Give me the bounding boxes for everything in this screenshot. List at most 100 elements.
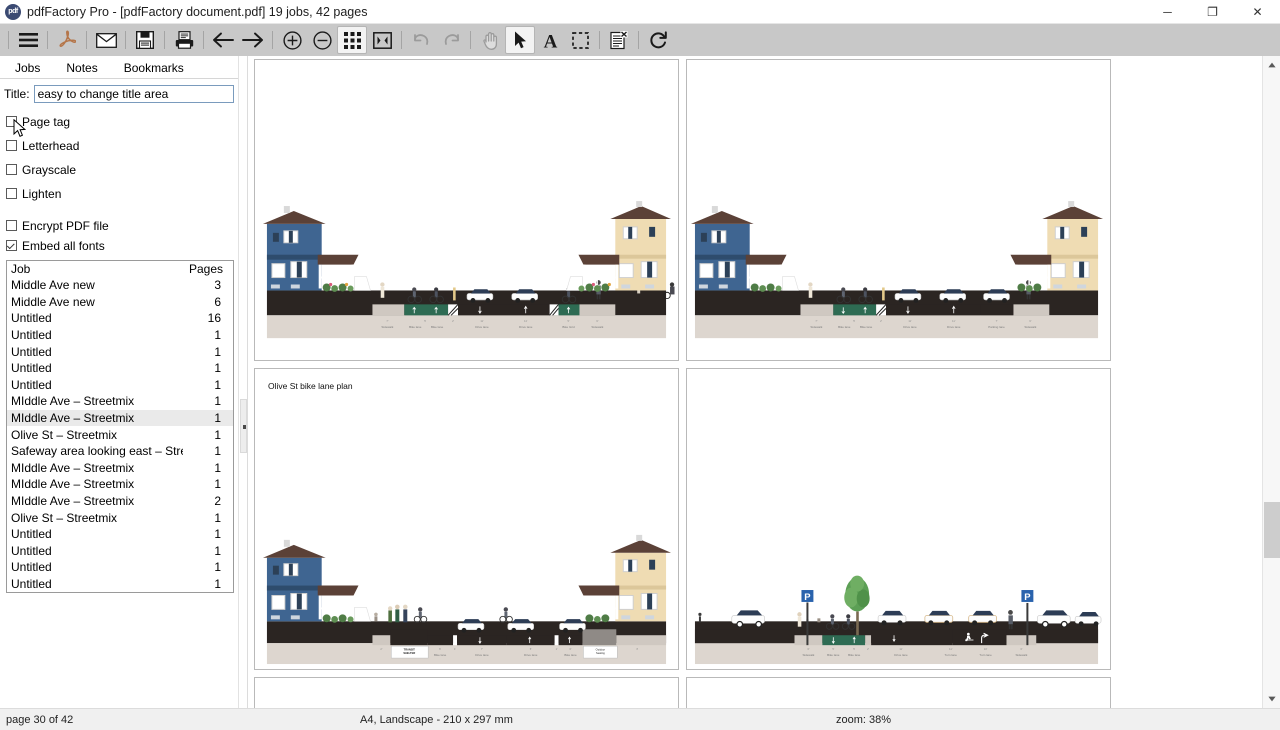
- tab-notes[interactable]: Notes: [53, 57, 110, 78]
- svg-text:Drive lane: Drive lane: [894, 653, 908, 657]
- checkbox-box: [6, 188, 17, 199]
- svg-text:Bike lane: Bike lane: [860, 325, 873, 329]
- svg-text:Sidewalk: Sidewalk: [591, 325, 603, 329]
- page-thumbnail[interactable]: [254, 677, 679, 708]
- page-thumbnail[interactable]: [686, 677, 1111, 708]
- save-icon[interactable]: [130, 26, 160, 54]
- job-list-row[interactable]: Untitled1: [7, 543, 233, 560]
- main-toolbar: A: [0, 24, 1280, 56]
- checkbox-box: [6, 140, 17, 151]
- column-header-pages[interactable]: Pages: [183, 262, 233, 276]
- scrollbar-thumb[interactable]: [1264, 502, 1280, 558]
- fit-page-icon[interactable]: [367, 26, 397, 54]
- zoom-in-icon[interactable]: [277, 26, 307, 54]
- job-page-count: 1: [183, 345, 233, 359]
- street-section-illustration: 7'5'2' 11'11'5'6' SidewalkBike laneBike …: [255, 60, 678, 360]
- minimize-button[interactable]: ─: [1145, 0, 1190, 24]
- checkbox-box: [6, 164, 17, 175]
- job-list-row[interactable]: Untitled1: [7, 343, 233, 360]
- svg-text:Drive lane: Drive lane: [475, 325, 489, 329]
- svg-text:Sidewalk: Sidewalk: [1024, 325, 1036, 329]
- refresh-icon[interactable]: [643, 26, 673, 54]
- text-tool-icon[interactable]: A: [535, 26, 565, 54]
- page-thumbnail[interactable]: 7'5'2' 11'11'5'6' SidewalkBike laneBike …: [254, 59, 679, 361]
- page-thumbnail[interactable]: P P: [686, 368, 1111, 670]
- sidebar-splitter[interactable]: [238, 56, 248, 708]
- toolbar-separator: [466, 26, 475, 54]
- tab-jobs[interactable]: Jobs: [2, 57, 53, 78]
- title-row: Title:: [0, 79, 238, 107]
- job-name: Untitled: [7, 577, 183, 591]
- job-list-row[interactable]: MIddle Ave – Streetmix1: [7, 460, 233, 477]
- email-icon[interactable]: [91, 26, 121, 54]
- hand-tool-icon[interactable]: [475, 26, 505, 54]
- close-button[interactable]: ✕: [1235, 0, 1280, 24]
- select-tool-icon[interactable]: [505, 26, 535, 54]
- column-header-job[interactable]: Job: [7, 262, 183, 276]
- job-list-row[interactable]: Untitled16: [7, 310, 233, 327]
- redo-icon[interactable]: [436, 26, 466, 54]
- toolbar-separator: [397, 26, 406, 54]
- job-list-row[interactable]: Olive St – Streetmix1: [7, 509, 233, 526]
- toolbar-separator: [595, 26, 604, 54]
- job-list-row[interactable]: MIddle Ave – Streetmix1: [7, 393, 233, 410]
- checkbox-lighten[interactable]: Lighten: [6, 185, 238, 202]
- undo-icon[interactable]: [406, 26, 436, 54]
- restore-button[interactable]: ❐: [1190, 0, 1235, 24]
- scroll-down-arrow-icon[interactable]: [1263, 690, 1280, 708]
- job-list-row[interactable]: Untitled1: [7, 576, 233, 593]
- street-section-illustration: 7'5'2' 11'11'7'6' SidewalkBike laneBike …: [687, 60, 1110, 360]
- checkbox-embed-fonts[interactable]: Embed all fonts: [6, 237, 238, 254]
- job-name: Untitled: [7, 345, 183, 359]
- zoom-out-icon[interactable]: [307, 26, 337, 54]
- job-list-row[interactable]: Middle Ave new6: [7, 294, 233, 311]
- toolbar-separator: [121, 26, 130, 54]
- document-scrollbar-vertical[interactable]: [1262, 56, 1280, 708]
- job-list-row[interactable]: MIddle Ave – Streetmix1: [7, 410, 233, 427]
- job-list-row[interactable]: Middle Ave new3: [7, 277, 233, 294]
- tab-bookmarks[interactable]: Bookmarks: [111, 57, 197, 78]
- splitter-grip[interactable]: [240, 399, 247, 453]
- checkbox-box: [6, 240, 17, 251]
- title-input[interactable]: [34, 85, 234, 103]
- job-list-row[interactable]: MIddle Ave – Streetmix1: [7, 476, 233, 493]
- job-list-row[interactable]: Untitled1: [7, 360, 233, 377]
- forward-arrow-icon[interactable]: [238, 26, 268, 54]
- pdf-icon[interactable]: [52, 26, 82, 54]
- checkbox-label: Page tag: [22, 115, 70, 129]
- back-arrow-icon[interactable]: [208, 26, 238, 54]
- print-icon[interactable]: [169, 26, 199, 54]
- checkbox-grayscale[interactable]: Grayscale: [6, 161, 238, 178]
- job-list-row[interactable]: Untitled1: [7, 377, 233, 394]
- delete-page-icon[interactable]: [604, 26, 634, 54]
- document-view: 7'5'2' 11'11'5'6' SidewalkBike laneBike …: [248, 56, 1280, 708]
- job-list[interactable]: Job Pages Middle Ave new3Middle Ave new6…: [6, 260, 234, 593]
- scroll-up-arrow-icon[interactable]: [1263, 56, 1280, 74]
- toolbar-separator: [160, 26, 169, 54]
- job-list-row[interactable]: Olive St – Streetmix1: [7, 426, 233, 443]
- job-list-row[interactable]: Untitled1: [7, 526, 233, 543]
- job-page-count: 1: [183, 511, 233, 525]
- mouse-cursor: [13, 119, 26, 138]
- page-thumbnail[interactable]: Olive St bike lane plan: [254, 368, 679, 670]
- grid-view-icon[interactable]: [337, 26, 367, 54]
- svg-text:P: P: [804, 592, 810, 603]
- job-list-rows: Middle Ave new3Middle Ave new6Untitled16…: [7, 277, 233, 592]
- page-thumbnail[interactable]: 7'5'2' 11'11'7'6' SidewalkBike laneBike …: [686, 59, 1111, 361]
- checkbox-encrypt-pdf[interactable]: Encrypt PDF file: [6, 217, 238, 234]
- checkbox-page-tag[interactable]: Page tag: [6, 113, 238, 130]
- job-list-row[interactable]: MIddle Ave – Streetmix2: [7, 493, 233, 510]
- job-name: MIddle Ave – Streetmix: [7, 411, 183, 425]
- job-list-row[interactable]: Safeway area looking east – Street...1: [7, 443, 233, 460]
- job-list-row[interactable]: Untitled1: [7, 559, 233, 576]
- marquee-tool-icon[interactable]: [565, 26, 595, 54]
- svg-text:Sidewalk: Sidewalk: [810, 325, 822, 329]
- menu-icon[interactable]: [13, 26, 43, 54]
- job-list-row[interactable]: Untitled1: [7, 327, 233, 344]
- window-titlebar: pdf pdfFactory Pro - [pdfFactory documen…: [0, 0, 1280, 24]
- checkbox-letterhead[interactable]: Letterhead: [6, 137, 238, 154]
- checkbox-box: [6, 220, 17, 231]
- job-name: Untitled: [7, 361, 183, 375]
- job-page-count: 1: [183, 328, 233, 342]
- street-section-illustration: TRANSIT SHELTER Outdoor Seating: [255, 369, 678, 669]
